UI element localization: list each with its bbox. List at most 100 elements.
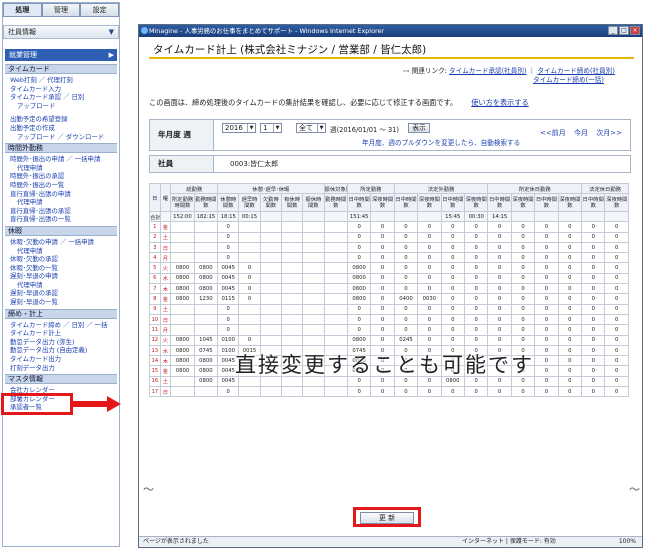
time-cell[interactable]: 0 [487,386,512,398]
time-cell[interactable] [238,252,261,264]
sidebar-link[interactable]: 時間外･振出の一覧 [3,181,119,190]
time-cell[interactable] [193,303,219,315]
sidebar-link[interactable]: 勤怠データ出力 (自由定義) [3,346,119,355]
time-cell[interactable]: 0 [557,272,583,285]
time-cell[interactable] [238,221,261,233]
time-cell[interactable] [259,313,282,326]
time-cell[interactable]: 0745 [193,344,219,357]
sidebar-link[interactable]: タイムカード締め ／ 日別 ／ 一括 [3,321,119,330]
sidebar-link[interactable]: タイムカード入力 [3,85,119,94]
time-cell[interactable]: 0 [463,283,489,295]
time-cell[interactable]: 0 [370,334,395,346]
time-cell[interactable]: 0 [346,303,372,315]
time-cell[interactable]: 0 [604,386,629,398]
time-cell[interactable]: 0 [581,283,606,295]
time-cell[interactable]: 0800 [193,262,219,274]
time-cell[interactable] [280,313,304,326]
time-cell[interactable]: 0 [510,272,536,285]
time-cell[interactable] [302,303,325,315]
time-cell[interactable]: 0 [534,221,559,233]
time-cell[interactable] [280,324,304,336]
time-cell[interactable]: 0 [534,375,559,388]
time-cell[interactable]: 0 [440,272,466,285]
time-cell[interactable]: 0 [604,313,629,326]
maximize-icon[interactable]: □ [619,26,629,35]
time-cell[interactable]: 0800 [170,334,195,346]
time-cell[interactable]: 0045 [217,262,240,274]
time-cell[interactable] [280,231,304,243]
time-cell[interactable]: 0 [557,231,583,243]
time-cell[interactable]: 0 [370,221,395,233]
time-cell[interactable]: 0800 [346,272,372,285]
time-cell[interactable]: 0 [534,313,559,326]
sidebar-link[interactable]: 時間外･振出の承認 [3,172,119,181]
time-cell[interactable]: 0 [393,231,419,243]
time-cell[interactable] [280,303,304,315]
time-cell[interactable]: 0 [487,313,512,326]
time-cell[interactable]: 0 [463,313,489,326]
time-cell[interactable]: 0 [487,262,512,274]
time-cell[interactable]: 0 [534,252,559,264]
sidebar-link[interactable]: 出勤予定の希望登録 [3,115,119,124]
time-cell[interactable]: 0 [534,365,559,377]
time-cell[interactable] [170,241,195,254]
time-cell[interactable]: 0030 [417,293,442,305]
time-cell[interactable]: 0 [393,324,419,336]
time-cell[interactable] [259,283,282,295]
time-cell[interactable] [302,262,325,274]
sidebar-link[interactable]: 直行直帰･出張の申請 [3,190,119,199]
time-cell[interactable]: 0 [557,324,583,336]
time-cell[interactable]: 0 [463,241,489,254]
time-cell[interactable]: 0 [604,303,629,315]
time-cell[interactable]: 0 [581,241,606,254]
time-cell[interactable]: 0 [581,334,606,346]
time-cell[interactable]: 0 [557,303,583,315]
time-cell[interactable]: 0 [370,252,395,264]
update-button[interactable]: 更 新 [360,512,414,524]
time-cell[interactable] [280,252,304,264]
time-cell[interactable] [259,252,282,264]
time-cell[interactable]: 0 [557,252,583,264]
time-cell[interactable] [323,334,348,346]
time-cell[interactable]: 0 [487,293,512,305]
sidebar-link[interactable]: 時間外･振出の申請 ／ 一括申請 [3,155,119,164]
time-cell[interactable]: 0 [510,324,536,336]
tab-process[interactable]: 処理 [3,3,42,17]
time-cell[interactable]: 0 [346,231,372,243]
time-cell[interactable]: 0800 [346,293,372,305]
time-cell[interactable]: 0045 [217,272,240,285]
time-cell[interactable] [259,221,282,233]
time-cell[interactable]: 0 [604,324,629,336]
time-cell[interactable] [193,386,219,398]
time-cell[interactable]: 0800 [170,272,195,285]
time-cell[interactable]: 0 [370,313,395,326]
time-cell[interactable]: 0 [440,324,466,336]
time-cell[interactable]: 0 [604,252,629,264]
time-cell[interactable]: 0 [463,262,489,274]
time-cell[interactable] [323,272,348,285]
time-cell[interactable]: 0 [581,231,606,243]
sidebar-link[interactable]: アップロード ／ ダウンロード [3,133,119,142]
time-cell[interactable]: 0 [393,262,419,274]
time-cell[interactable]: 0 [510,283,536,295]
time-cell[interactable]: 0 [534,303,559,315]
time-cell[interactable]: 0 [440,221,466,233]
year-select[interactable]: 2016 ▼ [222,123,256,133]
time-cell[interactable]: 0 [440,283,466,295]
attendance-menu-header[interactable]: 就業管理 ▶ [5,49,117,61]
time-cell[interactable] [193,252,219,264]
time-cell[interactable]: 0 [393,252,419,264]
time-cell[interactable]: 0 [510,313,536,326]
time-cell[interactable]: 0 [510,303,536,315]
time-cell[interactable]: 0 [370,386,395,398]
sidebar-link[interactable]: 遅刻･早退の承認 [3,289,119,298]
time-cell[interactable]: 0 [238,334,261,346]
sidebar-link[interactable]: 遅刻･早退の申請 [3,272,119,281]
time-cell[interactable]: 0 [393,386,419,398]
time-cell[interactable] [170,386,195,398]
time-cell[interactable]: 0800 [346,334,372,346]
time-cell[interactable]: 0 [557,365,583,377]
time-cell[interactable] [259,262,282,274]
employee-info-panel[interactable]: 社員情報 ▼ [3,25,119,39]
time-cell[interactable]: 0 [604,231,629,243]
